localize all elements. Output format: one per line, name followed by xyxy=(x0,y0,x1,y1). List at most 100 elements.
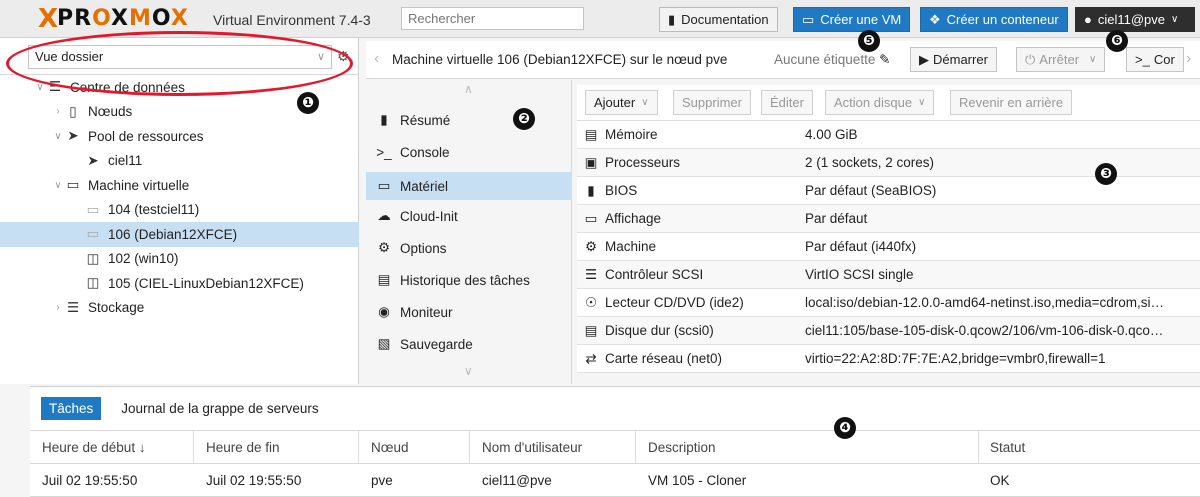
resource-tree-panel: Vue dossier ∨ ⚙ ∨ ☰ Centre de données › … xyxy=(0,31,359,384)
callout-4: ❹ xyxy=(834,417,856,439)
column-header[interactable]: Description xyxy=(648,440,716,455)
play-icon: ▶ xyxy=(919,51,929,67)
chevron-down-icon: ∨ xyxy=(641,97,649,108)
remove-button[interactable]: Supprimer xyxy=(673,90,751,115)
scroll-left-icon[interactable]: ‹ xyxy=(374,50,379,68)
gear-icon: ⚙ xyxy=(377,240,391,255)
create-container-button[interactable]: ❖ Créer un conteneur xyxy=(920,7,1068,32)
table-row[interactable]: ⇄ Carte réseau (net0) virtio=22:A2:8D:7F:7… xyxy=(577,345,1200,373)
floppy-icon: ▧ xyxy=(377,336,391,351)
terminal-icon: >_ xyxy=(1135,52,1150,67)
table-row[interactable]: ⚙ Machine Par défaut (i440fx) xyxy=(577,233,1200,261)
nav-item-console[interactable]: >_ Console xyxy=(366,138,572,166)
table-row[interactable]: ▤ Disque dur (scsi0) ciel11:105/base-105-d… xyxy=(577,317,1200,345)
edit-button[interactable]: Éditer xyxy=(761,90,813,115)
tree-item-vm-106[interactable]: ▭ 106 (Debian12XFCE) xyxy=(0,222,359,247)
nodes-icon: ▯ xyxy=(69,103,77,119)
column-header[interactable]: Heure de fin xyxy=(206,440,280,455)
network-icon: ⇄ xyxy=(585,350,597,366)
expand-icon[interactable]: › xyxy=(52,106,64,117)
table-row[interactable]: ▭ Affichage Par défaut xyxy=(577,205,1200,233)
tab-cluster-log[interactable]: Journal de la grappe de serveurs xyxy=(121,401,318,416)
table-row[interactable]: ☰ Contrôleur SCSI VirtIO SCSI single xyxy=(577,261,1200,289)
tree-item-vm-104[interactable]: ▭ 104 (testciel11) xyxy=(0,198,359,223)
tree-item-pool-ciel11[interactable]: ➤ ciel11 xyxy=(0,149,359,174)
terminal-icon: >_ xyxy=(376,144,392,160)
cloud-icon: ☁ xyxy=(377,208,391,223)
task-panel-tabs: Tâches Journal de la grappe de serveurs xyxy=(30,387,1200,431)
tree-item-pools[interactable]: ∨ ➤ Pool de ressources xyxy=(0,124,359,149)
vm-icon: ▭ xyxy=(86,226,100,242)
column-header[interactable]: Heure de début ↓ xyxy=(42,440,146,455)
nav-item-backup[interactable]: ▧ Sauvegarde xyxy=(366,330,572,358)
user-icon: ● xyxy=(1084,12,1092,27)
monitor-icon: ▭ xyxy=(66,177,80,193)
nav-item-task-history[interactable]: ▤ Historique des tâches xyxy=(366,266,572,294)
tab-tasks[interactable]: Tâches xyxy=(41,397,102,420)
tree-item-virtual-machines[interactable]: ∨ ▭ Machine virtuelle xyxy=(0,173,359,198)
hardware-toolbar: Ajouter ∨ Supprimer Éditer Action disque ∨… xyxy=(577,85,1200,121)
tree-item-storage[interactable]: › ☰ Stockage xyxy=(0,296,359,321)
add-button[interactable]: Ajouter ∨ xyxy=(585,90,658,115)
datacenter-icon: ☰ xyxy=(48,79,62,95)
tags-icon: ➤ xyxy=(67,128,79,144)
start-button[interactable]: ▶ Démarrer xyxy=(910,47,997,72)
table-row[interactable]: Juil 02 19:55:50 Juil 02 19:55:50 pve ci… xyxy=(30,464,1200,497)
nav-item-summary[interactable]: ▮ Résumé xyxy=(366,106,572,134)
view-selector[interactable]: Vue dossier ∨ xyxy=(28,45,332,69)
callout-3: ❸ xyxy=(1095,163,1117,185)
callout-2: ❷ xyxy=(513,108,535,130)
nav-item-options[interactable]: ⚙ Options xyxy=(366,234,572,262)
user-menu-button[interactable]: ● ciel11@pve ∨ xyxy=(1075,7,1195,32)
gear-icon[interactable]: ⚙ xyxy=(337,48,350,65)
vm-header: ‹ Machine virtuelle 106 (Debian12XFCE) s… xyxy=(366,41,1200,79)
scroll-right-icon[interactable]: › xyxy=(1186,50,1191,68)
disk-action-button[interactable]: Action disque ∨ xyxy=(825,90,935,115)
collapse-icon[interactable]: ∨ xyxy=(34,82,46,93)
proxmox-logo: X PROXMOX xyxy=(38,4,189,34)
desktop-icon: ▭ xyxy=(802,11,815,27)
column-header[interactable]: Statut xyxy=(990,440,1025,455)
stop-button[interactable]: ⏻ Arrêter ∨ xyxy=(1016,47,1106,72)
expand-icon[interactable]: › xyxy=(52,302,64,313)
cube-icon: ❖ xyxy=(929,11,941,27)
tags-label[interactable]: Aucune étiquette ✎ xyxy=(774,52,890,68)
display-icon: ▭ xyxy=(584,210,598,226)
search-input[interactable]: Rechercher xyxy=(401,7,584,30)
callout-1: ❶ xyxy=(297,92,319,114)
tree-item-vm-105[interactable]: ◫ 105 (CIEL-LinuxDebian12XFCE) xyxy=(0,271,359,296)
cdrom-icon: ☉ xyxy=(584,294,598,310)
chevron-up-icon[interactable]: ∧ xyxy=(464,82,473,96)
collapse-icon[interactable]: ∨ xyxy=(52,180,64,191)
nav-item-monitor[interactable]: ◉ Moniteur xyxy=(366,298,572,326)
nav-item-cloud-init[interactable]: ☁ Cloud-Init xyxy=(366,202,572,230)
template-icon: ◫ xyxy=(86,275,100,291)
power-icon: ⏻ xyxy=(1025,51,1036,67)
collapse-icon[interactable]: ∨ xyxy=(52,131,64,142)
cpu-icon: ▣ xyxy=(584,154,598,170)
tree-item-vm-102[interactable]: ◫ 102 (win10) xyxy=(0,247,359,272)
revert-button[interactable]: Revenir en arrière xyxy=(950,90,1073,115)
nav-item-hardware[interactable]: ▭ Matériel xyxy=(366,172,572,200)
database-icon: ☰ xyxy=(584,266,598,282)
column-header[interactable]: Nœud xyxy=(371,440,409,455)
vm-title: Machine virtuelle 106 (Debian12XFCE) sur… xyxy=(392,52,728,67)
harddisk-icon: ▤ xyxy=(584,322,598,338)
callout-6: ❻ xyxy=(1106,30,1128,52)
pencil-icon: ✎ xyxy=(879,52,891,67)
desktop-icon: ▭ xyxy=(377,178,391,193)
top-bar: X PROXMOX Virtual Environment 7.4-3 Reche… xyxy=(0,0,1200,38)
list-icon: ▤ xyxy=(377,272,391,287)
chevron-down-icon[interactable]: ∨ xyxy=(464,364,473,378)
table-row[interactable]: ☉ Lecteur CD/DVD (ide2) local:iso/debian-1… xyxy=(577,289,1200,317)
task-panel: Tâches Journal de la grappe de serveurs … xyxy=(30,386,1200,497)
console-button[interactable]: >_ Cor xyxy=(1126,47,1184,72)
storage-icon: ☰ xyxy=(66,299,80,315)
task-table-header: Heure de début ↓ Heure de fin Nœud Nom d… xyxy=(30,431,1200,464)
table-row[interactable]: ▤ Mémoire 4.00 GiB xyxy=(577,121,1200,149)
documentation-button[interactable]: ▮ Documentation xyxy=(659,7,778,32)
book-icon: ▮ xyxy=(380,112,388,127)
create-vm-button[interactable]: ▭ Créer une VM xyxy=(793,7,911,32)
column-header[interactable]: Nom d'utilisateur xyxy=(482,440,582,455)
vm-icon: ▭ xyxy=(86,201,100,217)
